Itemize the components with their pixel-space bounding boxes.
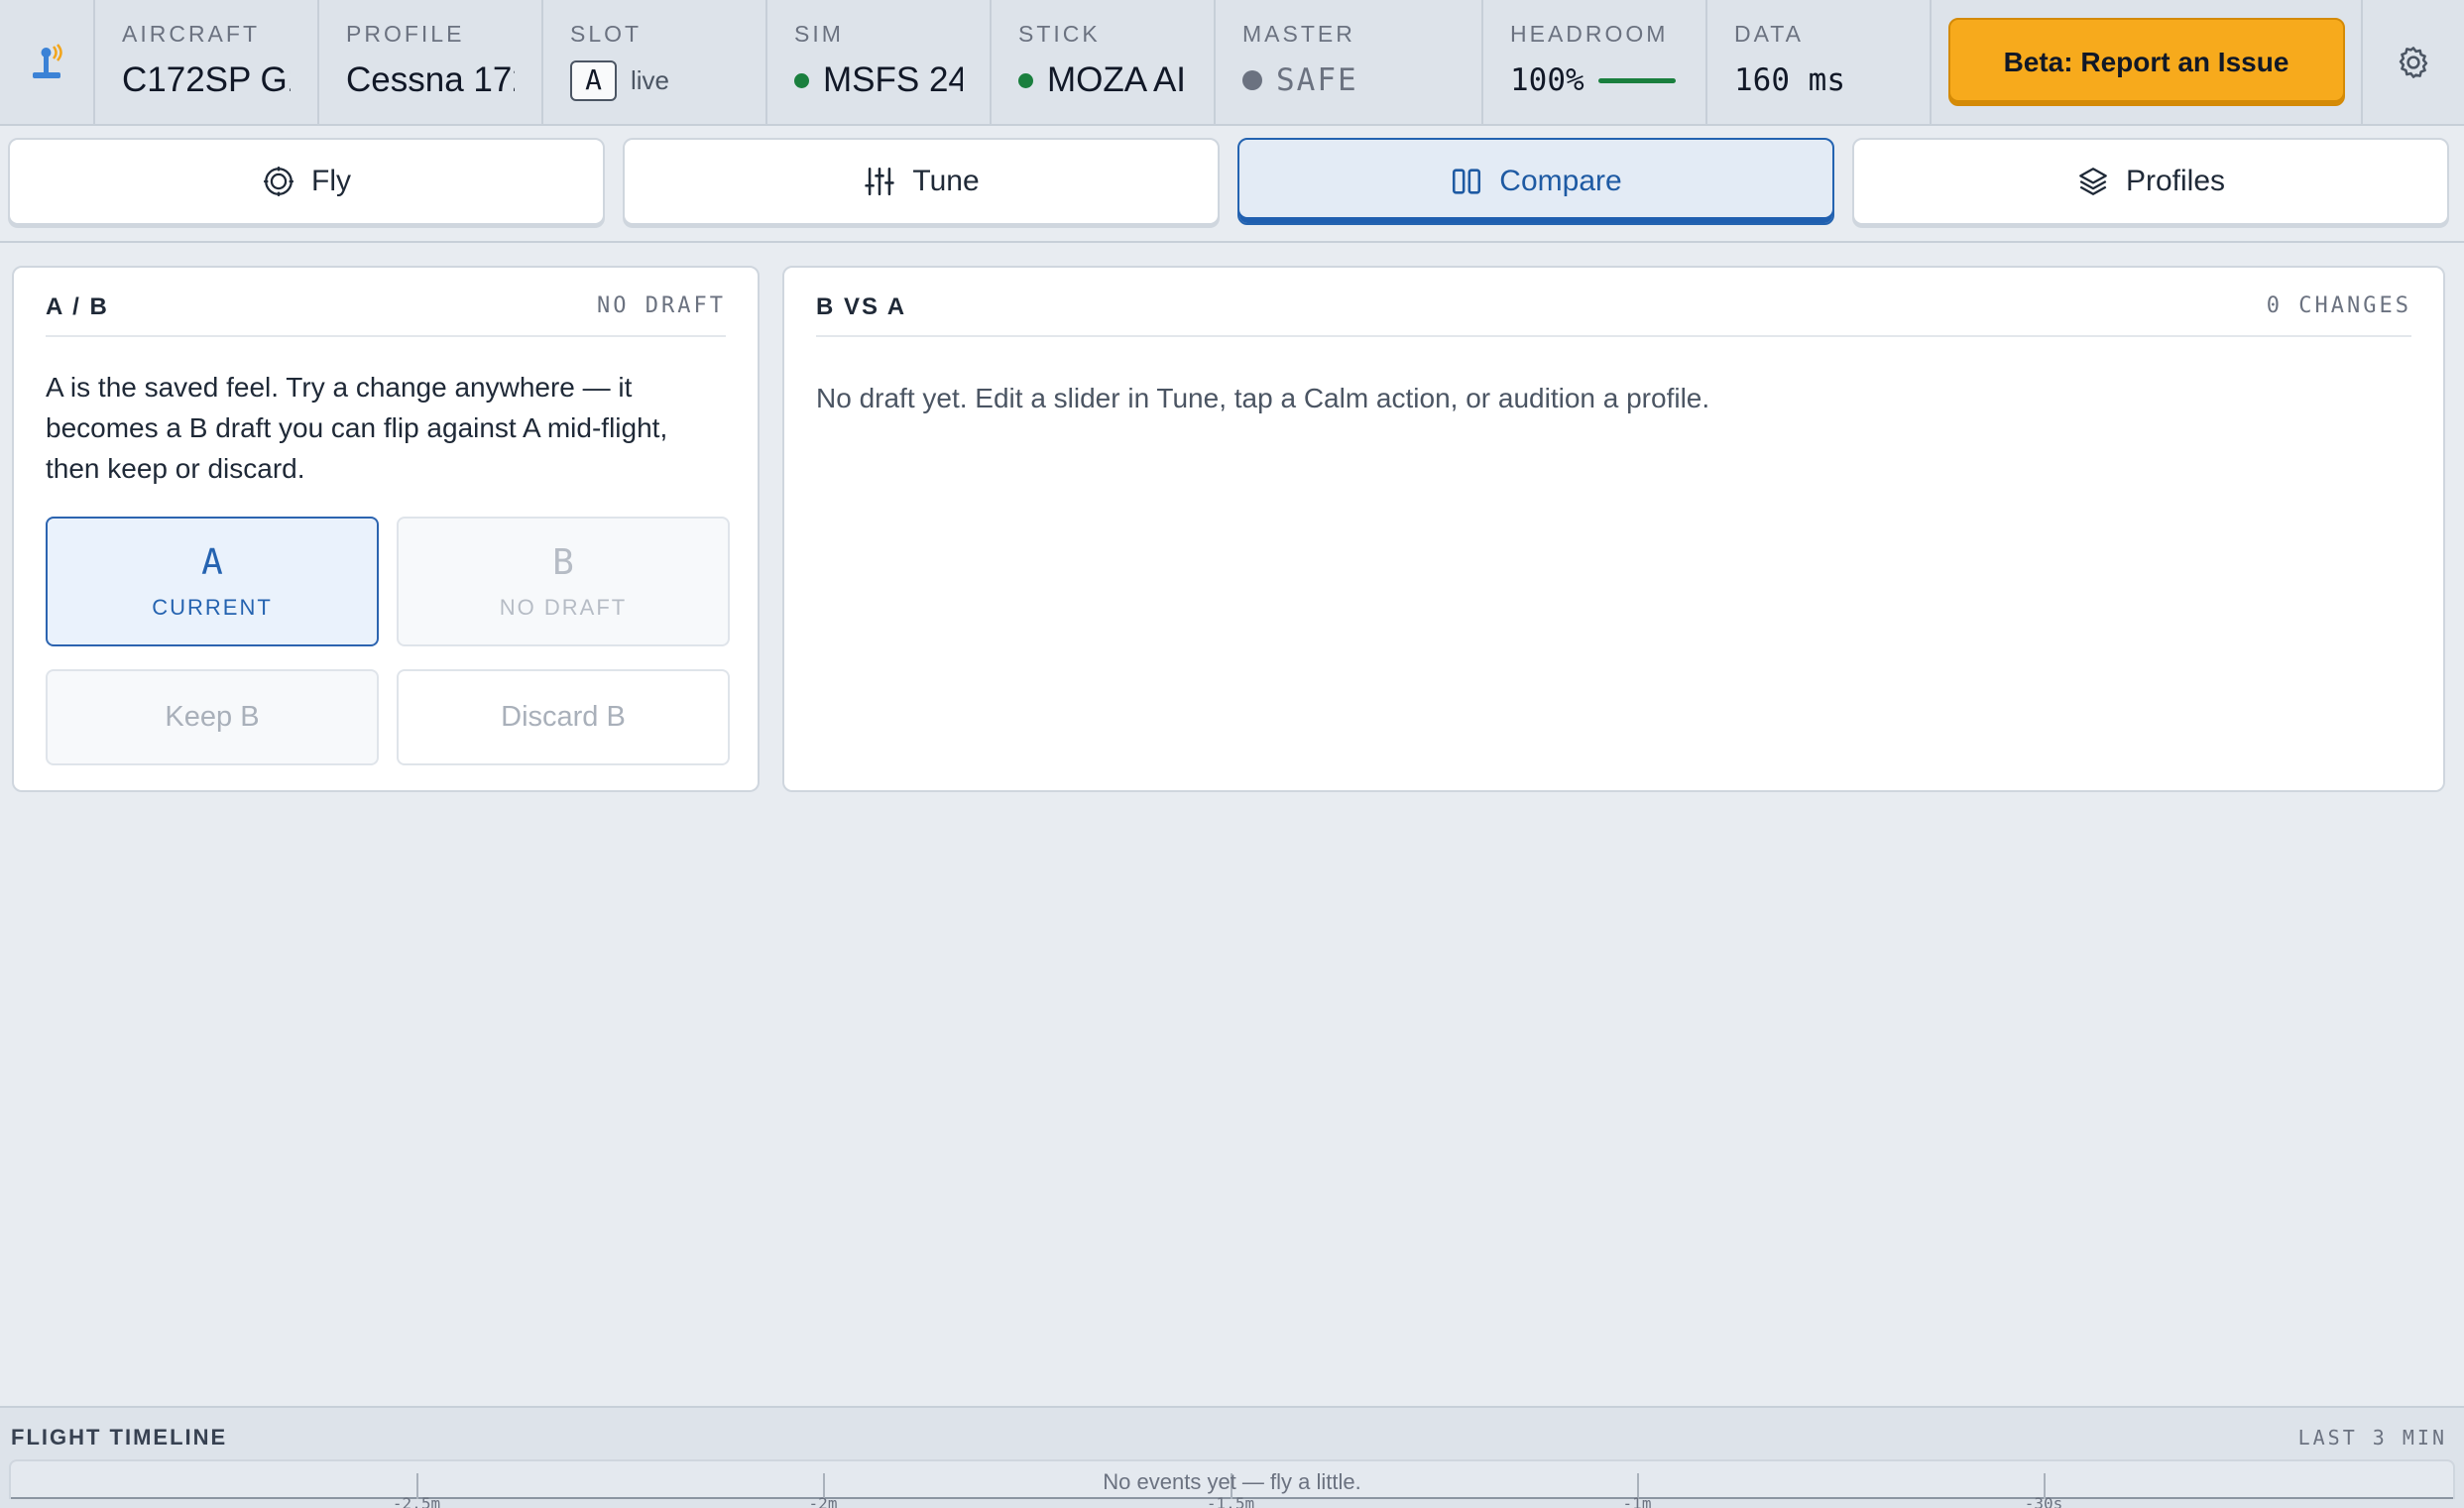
report-cell: Beta: Report an Issue — [1932, 0, 2363, 124]
timeline-tick-label: -1m — [1622, 1494, 1652, 1508]
headroom-label: HEADROOM — [1510, 21, 1669, 47]
aircraft-cell: AIRCRAFT C172SP G1 — [95, 0, 319, 124]
slot-b-status: NO DRAFT — [499, 594, 628, 620]
stick-value: MOZA AI — [1047, 60, 1187, 99]
joystick-logo-icon — [33, 43, 62, 78]
timeline-tick-label: -2m — [808, 1494, 838, 1508]
slot-status: live — [631, 65, 670, 95]
slot-cell: SLOT A live — [543, 0, 767, 124]
tab-profiles-label: Profiles — [2125, 165, 2226, 197]
slot-a-status: CURRENT — [152, 594, 273, 620]
changes-count: 0 CHANGES — [2266, 293, 2411, 318]
ab-panel-header: A / B NO DRAFT — [46, 293, 726, 337]
timeline-tick-label: -30s — [2024, 1494, 2063, 1508]
app-logo[interactable] — [0, 0, 95, 124]
ab-description: A is the saved feel. Try a change anywhe… — [46, 372, 668, 484]
data-latency-value: 160 ms — [1734, 62, 1845, 98]
stick-label: STICK — [1018, 21, 1101, 47]
columns-icon — [1453, 169, 1481, 194]
sim-cell: SIM MSFS 24 — [767, 0, 992, 124]
aircraft-value: C172SP G1 — [122, 60, 291, 99]
tab-profiles[interactable]: Profiles — [1852, 138, 2449, 225]
profile-cell: PROFILE Cessna 172 — [319, 0, 543, 124]
compare-empty-message: No draft yet. Edit a slider in Tune, tap… — [816, 383, 1710, 413]
slot-a-letter: A — [201, 541, 223, 583]
gear-icon — [2399, 46, 2428, 78]
headroom-bar — [1597, 77, 1676, 83]
layers-icon — [2079, 168, 2107, 195]
tab-tune[interactable]: Tune — [623, 138, 1220, 225]
slot-indicator[interactable]: A — [570, 59, 617, 101]
ab-panel-status: NO DRAFT — [597, 293, 726, 318]
sim-value: MSFS 24 — [823, 60, 963, 99]
timeline-empty-message: No events yet — fly a little. — [1103, 1469, 1361, 1494]
ab-panel-title: A / B — [46, 293, 109, 320]
data-cell: DATA 160 ms — [1707, 0, 1932, 124]
stick-cell: STICK MOZA AI — [992, 0, 1216, 124]
profile-label: PROFILE — [346, 21, 465, 47]
timeline-tick-label: -2.5m — [392, 1494, 441, 1508]
master-label: MASTER — [1242, 21, 1355, 47]
top-status-bar: AIRCRAFT C172SP G1 PROFILE Cessna 172 SL… — [0, 0, 2464, 126]
tab-tune-label: Tune — [912, 165, 980, 197]
tab-compare[interactable]: Compare — [1237, 138, 1834, 225]
slot-b-letter: B — [552, 541, 574, 583]
master-value: SAFE — [1276, 62, 1358, 98]
report-issue-button[interactable]: Beta: Report an Issue — [1947, 18, 2345, 106]
sim-label: SIM — [794, 21, 844, 47]
master-cell: MASTER SAFE — [1216, 0, 1483, 124]
main-tab-bar: Fly Tune Compare Profiles — [0, 126, 2464, 243]
discard-b-button[interactable]: Discard B — [397, 669, 730, 765]
slot-a-card[interactable]: A CURRENT — [46, 517, 379, 646]
timeline-tick-label: -1.5m — [1206, 1494, 1255, 1508]
ab-panel: A / B NO DRAFT A is the saved feel. Try … — [12, 266, 760, 792]
tab-compare-label: Compare — [1499, 165, 1622, 197]
headroom-value: 100% — [1510, 62, 1584, 98]
profile-value: Cessna 172 — [346, 60, 515, 99]
slot-b-card[interactable]: B NO DRAFT — [397, 517, 730, 646]
tab-fly-label: Fly — [311, 165, 351, 197]
target-icon — [264, 167, 293, 196]
headroom-cell: HEADROOM 100% — [1483, 0, 1707, 124]
slot-label: SLOT — [570, 21, 643, 47]
stick-status-dot — [1018, 72, 1033, 88]
keep-b-button[interactable]: Keep B — [46, 669, 379, 765]
settings-button[interactable] — [2363, 0, 2464, 124]
master-status-dot — [1242, 70, 1262, 90]
sim-status-dot — [794, 72, 809, 88]
sliders-icon — [865, 167, 895, 196]
timeline-track[interactable]: -2.5m -2m -1.5m -1m -30s No events yet —… — [9, 1459, 2455, 1508]
compare-panel-header: B VS A 0 CHANGES — [816, 293, 2411, 337]
timeline-title: FLIGHT TIMELINE — [11, 1425, 228, 1450]
timeline-range: LAST 3 MIN — [2297, 1426, 2447, 1450]
data-label: DATA — [1734, 21, 1804, 47]
compare-panel-title: B VS A — [816, 293, 907, 320]
compare-panel: B VS A 0 CHANGES No draft yet. Edit a sl… — [782, 266, 2445, 792]
flight-timeline: FLIGHT TIMELINE LAST 3 MIN -2.5m -2m -1.… — [0, 1406, 2464, 1508]
aircraft-label: AIRCRAFT — [122, 21, 260, 47]
tab-fly[interactable]: Fly — [8, 138, 605, 225]
